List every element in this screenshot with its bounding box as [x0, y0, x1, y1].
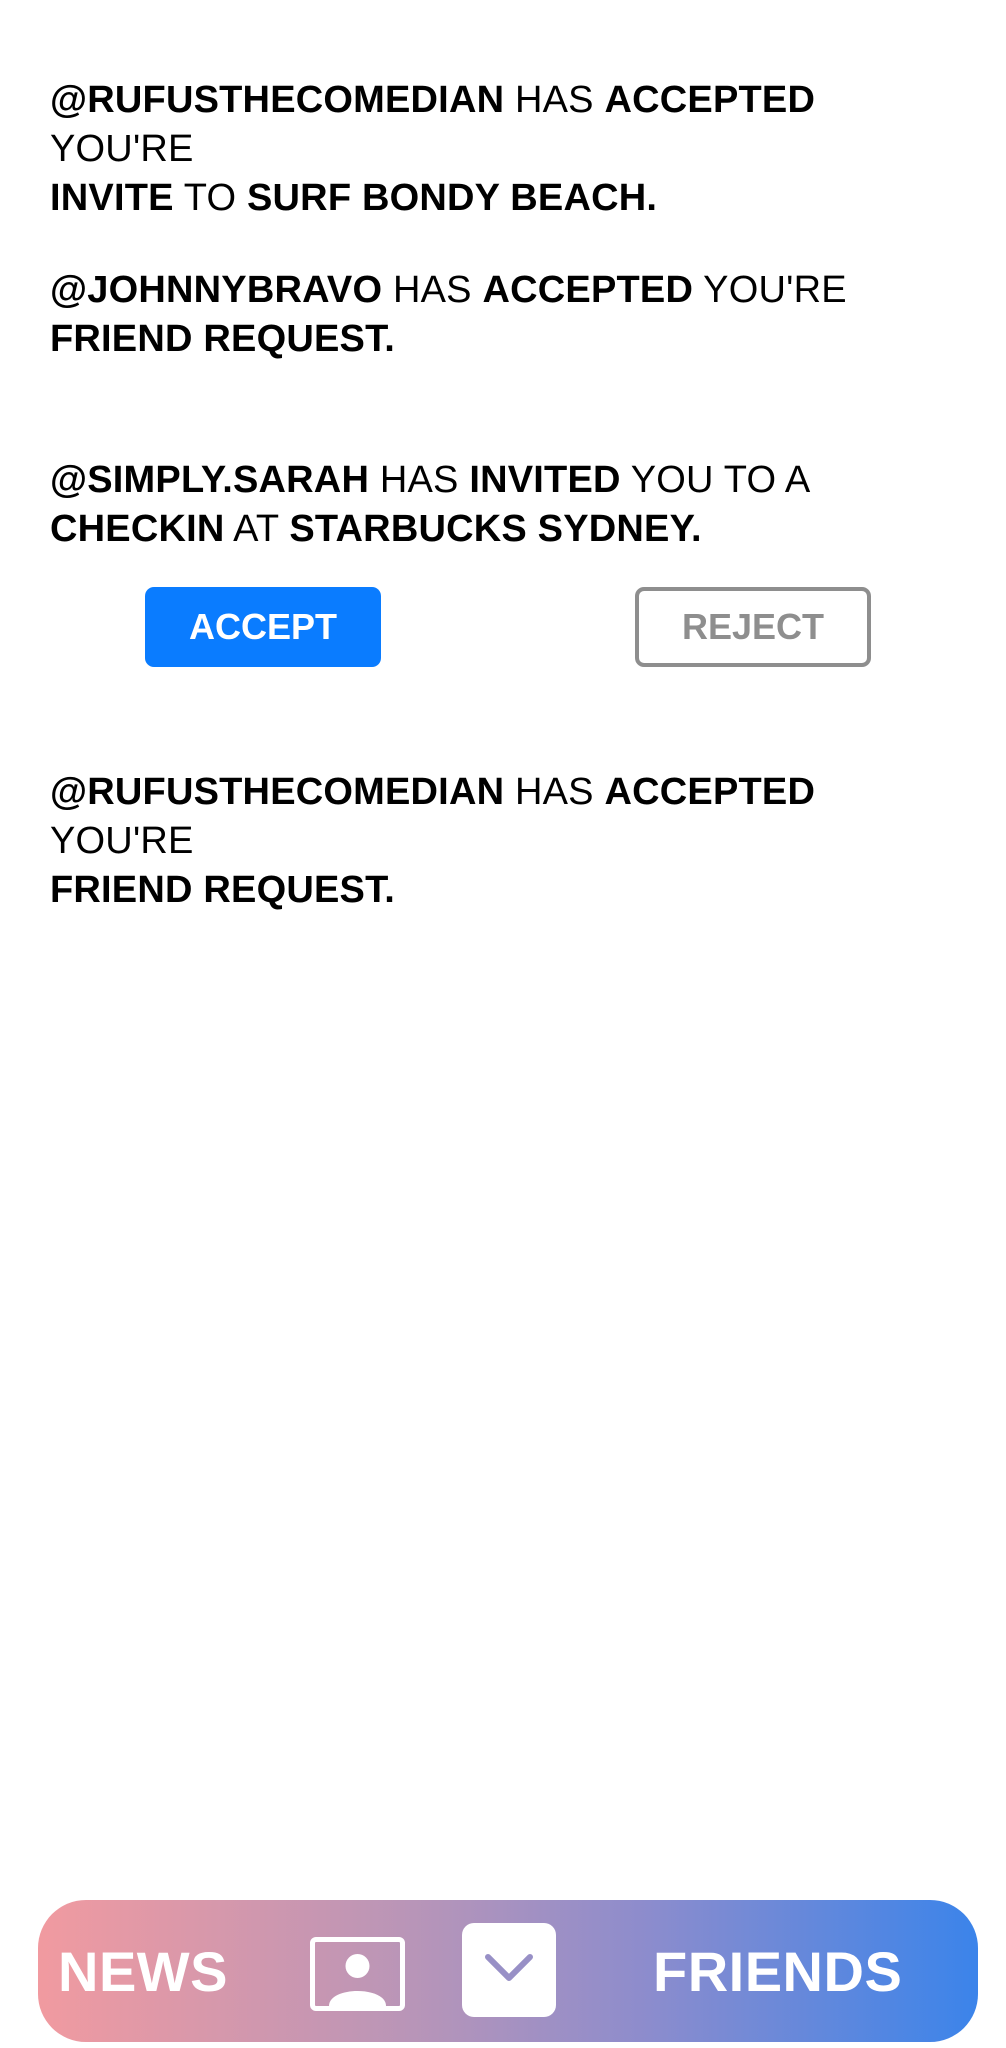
- username-link[interactable]: @JOHNNYBRAVO: [50, 269, 382, 311]
- notification-line-2: INVITE TO SURF BONDY BEACH.: [50, 174, 950, 223]
- notification-text: HAS: [504, 79, 605, 121]
- notification-action-text: ACCEPTED: [604, 79, 816, 121]
- checkin-button[interactable]: [462, 1923, 556, 2017]
- notification-line-2: CHECKIN AT STARBUCKS SYDNEY.: [50, 505, 950, 554]
- notification-item: @RUFUSTHECOMEDIAN HAS ACCEPTED YOU'RE FR…: [50, 768, 950, 915]
- notification-item-invite: @SIMPLY.SARAH HAS INVITED YOU TO A CHECK…: [50, 456, 950, 554]
- notification-line-1: @RUFUSTHECOMEDIAN HAS ACCEPTED YOU'RE: [50, 768, 950, 866]
- bottom-tab-bar: NEWS FRIENDS: [38, 1900, 978, 2042]
- notification-action-text: ACCEPTED: [482, 269, 694, 311]
- reject-button-label: REJECT: [681, 606, 825, 647]
- notification-item: @JOHNNYBRAVO HAS ACCEPTED YOU'RE FRIEND …: [50, 266, 950, 364]
- username-link[interactable]: @SIMPLY.SARAH: [50, 459, 369, 501]
- notification-action-text: INVITED: [469, 459, 621, 501]
- tab-news[interactable]: NEWS: [58, 1900, 228, 2042]
- accept-button-label: ACCEPT: [188, 606, 337, 647]
- notification-action-text: ACCEPTED: [604, 771, 816, 813]
- notification-text: AT: [224, 508, 290, 550]
- username-link[interactable]: @RUFUSTHECOMEDIAN: [50, 79, 504, 121]
- notification-line-2: FRIEND REQUEST.: [50, 315, 950, 364]
- notification-text: YOU'RE: [50, 820, 194, 862]
- notification-location-text: STARBUCKS SYDNEY.: [289, 508, 702, 550]
- notification-text: HAS: [369, 459, 470, 501]
- notification-text: TO: [173, 177, 247, 219]
- notification-subject-text: CHECKIN: [50, 508, 225, 550]
- notification-location-text: SURF BONDY BEACH.: [246, 177, 658, 219]
- tab-friends[interactable]: FRIENDS: [653, 1900, 902, 2042]
- reject-button[interactable]: REJECT: [635, 587, 871, 667]
- notification-text: YOU TO A: [620, 459, 811, 501]
- notification-subject-text: INVITE: [50, 177, 174, 219]
- notification-text: HAS: [382, 269, 483, 311]
- notification-subject-text: FRIEND REQUEST.: [50, 318, 396, 360]
- username-link[interactable]: @RUFUSTHECOMEDIAN: [50, 771, 504, 813]
- notification-subject-text: FRIEND REQUEST.: [50, 869, 396, 911]
- notification-item: @RUFUSTHECOMEDIAN HAS ACCEPTED YOU'RE IN…: [50, 76, 950, 223]
- notification-text: YOU'RE: [693, 269, 847, 311]
- notification-line-2: FRIEND REQUEST.: [50, 866, 950, 915]
- notification-line-1: @RUFUSTHECOMEDIAN HAS ACCEPTED YOU'RE: [50, 76, 950, 174]
- profile-icon[interactable]: [310, 1937, 405, 2011]
- chevron-down-icon: [484, 1953, 534, 1988]
- notification-line-1: @JOHNNYBRAVO HAS ACCEPTED YOU'RE: [50, 266, 950, 315]
- notification-line-1: @SIMPLY.SARAH HAS INVITED YOU TO A: [50, 456, 950, 505]
- notification-text: YOU'RE: [50, 128, 194, 170]
- accept-button[interactable]: ACCEPT: [145, 587, 381, 667]
- notification-text: HAS: [504, 771, 605, 813]
